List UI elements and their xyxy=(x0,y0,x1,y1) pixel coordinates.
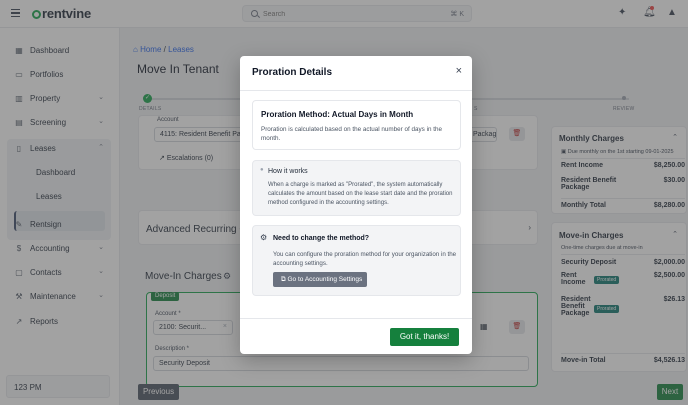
gear-icon: ⚙ xyxy=(260,233,268,242)
how-it-works-box: ● How it works When a charge is marked a… xyxy=(252,160,461,216)
how-text: When a charge is marked as "Prorated", t… xyxy=(268,182,453,206)
go-to-accounting-settings-button[interactable]: ⧉ Go to Accounting Settings xyxy=(273,272,367,287)
change-title: Need to change the method? xyxy=(273,235,370,242)
close-icon[interactable]: × xyxy=(456,65,462,77)
method-info-box: Proration Method: Actual Days in Month P… xyxy=(252,100,461,150)
change-method-box: ⚙ Need to change the method? You can con… xyxy=(252,225,461,296)
method-title: Proration Method: Actual Days in Month xyxy=(261,110,414,119)
got-it-button[interactable]: Got it, thanks! xyxy=(390,328,459,346)
modal-title: Proration Details xyxy=(252,67,333,78)
change-text: You can configure the proration method f… xyxy=(273,251,457,267)
how-title: How it works xyxy=(268,168,308,175)
proration-details-modal: Proration Details × Proration Method: Ac… xyxy=(240,56,472,354)
info-icon: ● xyxy=(260,167,264,173)
method-text: Proration is calculated based on the act… xyxy=(261,126,442,142)
external-link-icon: ⧉ xyxy=(281,276,286,283)
divider xyxy=(240,318,472,319)
divider xyxy=(240,90,472,91)
